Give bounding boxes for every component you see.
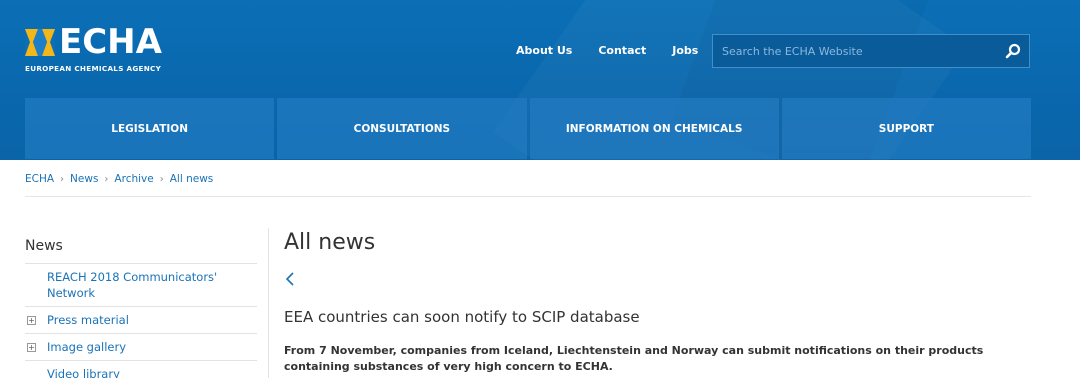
sidebar-item-video-library[interactable]: Video library bbox=[25, 360, 257, 378]
nav-legislation[interactable]: LEGISLATION bbox=[25, 98, 275, 159]
breadcrumb-echa[interactable]: ECHA bbox=[25, 173, 54, 185]
sidebar-item-label: Image gallery bbox=[47, 340, 127, 354]
contact-link[interactable]: Contact bbox=[598, 44, 646, 57]
main-navigation: LEGISLATION CONSULTATIONS INFORMATION ON… bbox=[25, 98, 1031, 159]
sidebar-item-communicators-network[interactable]: REACH 2018 Communicators' Network bbox=[25, 263, 257, 306]
breadcrumb-news[interactable]: News bbox=[70, 173, 98, 185]
sidebar: News REACH 2018 Communicators' Network +… bbox=[25, 238, 257, 378]
breadcrumb-separator-icon: › bbox=[159, 173, 164, 185]
breadcrumb: ECHA › News › Archive › All news bbox=[25, 173, 213, 185]
echa-logo[interactable]: ECHA EUROPEAN CHEMICALS AGENCY bbox=[25, 22, 205, 76]
breadcrumb-divider bbox=[25, 196, 1031, 197]
nav-support[interactable]: SUPPORT bbox=[781, 98, 1031, 159]
breadcrumb-separator-icon: › bbox=[104, 173, 109, 185]
main-content: All news EEA countries can soon notify t… bbox=[284, 230, 1044, 373]
top-links: About Us Contact Jobs bbox=[516, 44, 698, 57]
jobs-link[interactable]: Jobs bbox=[672, 44, 698, 57]
column-divider bbox=[268, 228, 269, 378]
search-input[interactable] bbox=[713, 35, 993, 67]
search-icon[interactable] bbox=[1005, 43, 1021, 59]
news-summary: From 7 November, companies from Iceland,… bbox=[284, 344, 984, 373]
breadcrumb-separator-icon: › bbox=[60, 173, 65, 185]
sidebar-item-image-gallery[interactable]: + Image gallery bbox=[25, 333, 257, 360]
brand-subtitle: EUROPEAN CHEMICALS AGENCY bbox=[25, 64, 162, 73]
echa-logo-mark-icon bbox=[25, 29, 55, 56]
news-headline[interactable]: EEA countries can soon notify to SCIP da… bbox=[284, 308, 640, 326]
breadcrumb-archive[interactable]: Archive bbox=[114, 173, 153, 185]
sidebar-item-press-material[interactable]: + Press material bbox=[25, 306, 257, 333]
page-title: All news bbox=[284, 230, 376, 255]
search-box bbox=[712, 34, 1030, 68]
brand-name: ECHA bbox=[59, 22, 162, 62]
sidebar-item-label: Press material bbox=[47, 313, 129, 327]
chevron-left-icon[interactable] bbox=[284, 271, 296, 287]
nav-consultations[interactable]: CONSULTATIONS bbox=[277, 98, 527, 159]
expand-plus-icon[interactable]: + bbox=[27, 316, 36, 325]
sidebar-item-label: REACH 2018 Communicators' Network bbox=[47, 270, 218, 300]
sidebar-title[interactable]: News bbox=[25, 238, 257, 254]
breadcrumb-all-news[interactable]: All news bbox=[170, 173, 214, 185]
site-header: ECHA EUROPEAN CHEMICALS AGENCY About Us … bbox=[0, 0, 1080, 160]
sidebar-item-label: Video library bbox=[47, 367, 120, 378]
about-us-link[interactable]: About Us bbox=[516, 44, 572, 57]
expand-plus-icon[interactable]: + bbox=[27, 343, 36, 352]
nav-information-on-chemicals[interactable]: INFORMATION ON CHEMICALS bbox=[529, 98, 779, 159]
